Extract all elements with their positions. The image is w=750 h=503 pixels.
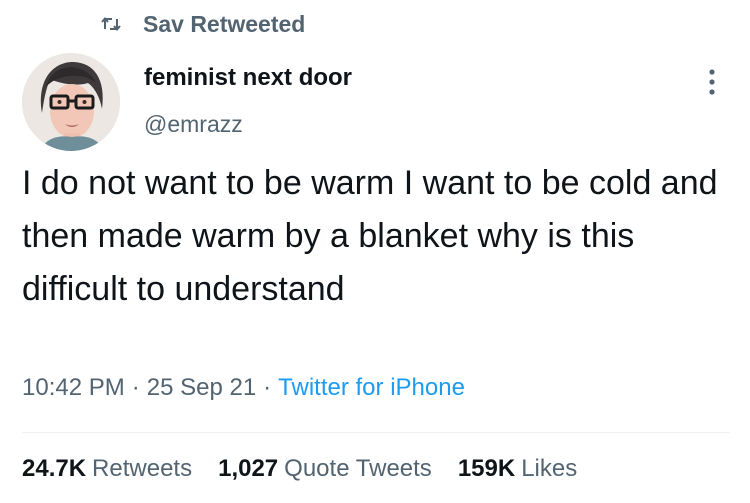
avatar[interactable] [22, 53, 120, 151]
tweet-text: I do not want to be warm I want to be co… [22, 164, 718, 308]
divider [22, 432, 730, 433]
author-display-name[interactable]: feminist next door [144, 64, 352, 92]
more-options-icon[interactable] [700, 64, 724, 100]
tweet-date[interactable]: 25 Sep 21 [147, 374, 256, 401]
retweets-label: Retweets [92, 455, 193, 482]
quote-tweets-label: Quote Tweets [284, 455, 432, 482]
likes-count: 159K [457, 455, 516, 482]
retweet-context[interactable]: Sav Retweeted [101, 8, 305, 40]
tweet-source-link[interactable]: Twitter for iPhone [278, 374, 465, 401]
retweet-icon [101, 15, 121, 33]
tweet-time[interactable]: 10:42 PM [22, 374, 125, 401]
likes-label: Likes [521, 455, 578, 482]
author-handle[interactable]: @emrazz [144, 111, 243, 138]
retweet-context-label: Sav Retweeted [143, 10, 306, 37]
retweets-stat[interactable]: 24.7K Retweets [22, 455, 192, 483]
tweet-stats: 24.7K Retweets 1,027 Quote Tweets 159K Like… [22, 455, 603, 483]
tweet-meta: 10:42 PM · 25 Sep 21 · Twitter for iPhone [22, 374, 465, 402]
quote-tweets-stat[interactable]: 1,027 Quote Tweets [218, 455, 432, 483]
meta-separator: · [131, 374, 140, 401]
quote-tweets-count: 1,027 [218, 455, 279, 482]
likes-stat[interactable]: 159K Likes [458, 455, 577, 483]
meta-separator: · [263, 374, 272, 401]
retweets-count: 24.7K [22, 455, 87, 482]
tweet-card: Sav Retweeted feminist next door @emrazz [0, 0, 750, 503]
avatar-photo [22, 53, 120, 151]
